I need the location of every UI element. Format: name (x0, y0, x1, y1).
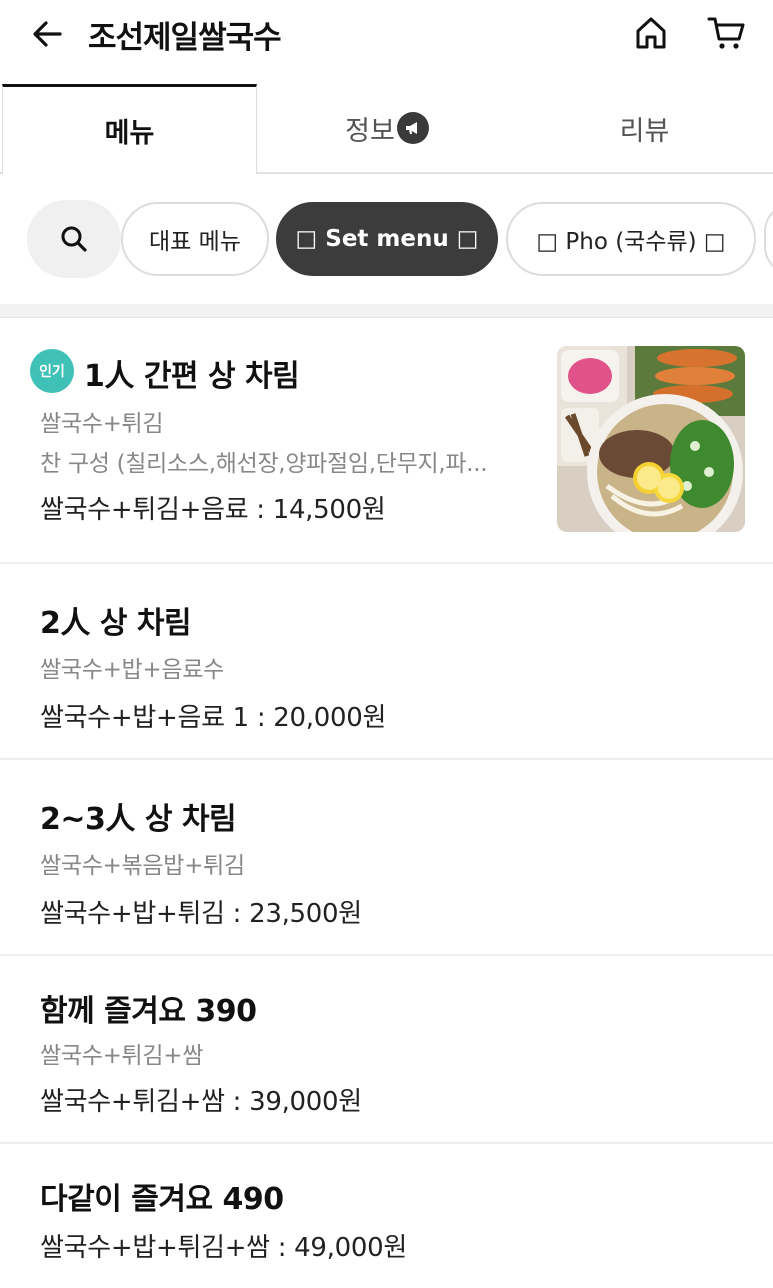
chip-label: □ Pho (국수류) □ (536, 229, 726, 255)
tab-label: 리뷰 (619, 115, 670, 147)
chip-set-menu[interactable]: □ Set menu □ (276, 202, 498, 276)
menu-item-price: 쌀국수+밥+튀김+쌈 : 49,000원 (40, 1233, 407, 1263)
menu-item-description-2: 찬 구성 (칠리소스,해선장,양파절임,단무지,파... (40, 451, 488, 477)
arrow-left-icon (33, 21, 62, 47)
menu-item-price: 쌀국수+튀김+음료 : 14,500원 (40, 495, 386, 525)
tab-bar: 메뉴 정보 리뷰 (0, 84, 773, 174)
menu-item-description: 쌀국수+밥+음료수 (40, 657, 224, 683)
menu-item-name: 1人 간편 상 차림 (84, 359, 300, 394)
menu-item-price: 쌀국수+밥+튀김 : 23,500원 (40, 899, 362, 929)
popular-badge: 인기 (30, 349, 74, 393)
menu-item-name: 2人 상 차림 (40, 606, 192, 641)
menu-item-name: 2~3人 상 차림 (40, 802, 237, 837)
chip-label: 대표 메뉴 (149, 229, 241, 255)
section-divider (0, 304, 773, 318)
menu-item-description: 쌀국수+볶음밥+튀김 (40, 853, 245, 879)
menu-item-price: 쌀국수+밥+음료 1 : 20,000원 (40, 703, 387, 733)
tab-label: 정보 (345, 115, 395, 147)
search-icon (61, 226, 87, 252)
tab-review[interactable]: 리뷰 (516, 84, 773, 172)
back-button[interactable] (28, 14, 68, 54)
tab-label: 메뉴 (104, 118, 155, 149)
tab-info[interactable]: 정보 (258, 84, 516, 172)
pho-set-photo[interactable] (557, 346, 745, 532)
page-title: 조선제일쌀국수 (88, 20, 282, 56)
chip-label: □ Set menu □ (295, 226, 479, 252)
cart-button[interactable] (704, 12, 748, 54)
chip-next-partial[interactable] (764, 202, 773, 276)
megaphone-icon (396, 112, 429, 144)
home-button[interactable] (630, 12, 672, 54)
menu-item-description: 쌀국수+튀김 (40, 411, 164, 437)
menu-item-name: 함께 즐겨요 390 (40, 994, 257, 1029)
menu-search-button[interactable] (27, 200, 121, 278)
menu-item-description: 쌀국수+튀김+쌈 (40, 1043, 204, 1069)
home-icon (636, 17, 666, 49)
menu-item-name: 다같이 즐겨요 490 (40, 1182, 284, 1217)
chip-pho[interactable]: □ Pho (국수류) □ (506, 202, 756, 276)
chip-representative-menu[interactable]: 대표 메뉴 (121, 202, 269, 276)
category-chip-row: 대표 메뉴 □ Set menu □ □ Pho (국수류) □ (0, 174, 773, 304)
cart-icon (707, 17, 745, 49)
tab-menu[interactable]: 메뉴 (2, 84, 257, 174)
menu-item-price: 쌀국수+튀김+쌈 : 39,000원 (40, 1087, 362, 1117)
top-app-bar: 조선제일쌀국수 (0, 0, 773, 84)
